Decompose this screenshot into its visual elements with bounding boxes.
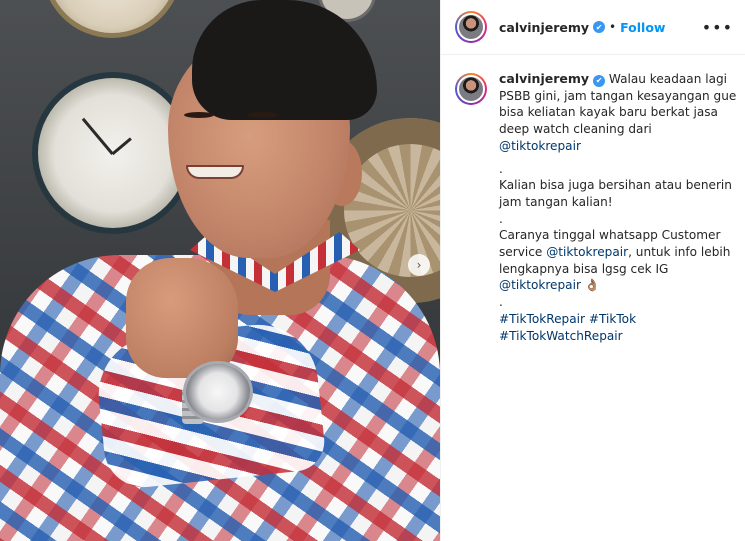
caption-line: Kalian bisa juga bersihan atau benerin [499, 178, 732, 193]
wristwatch [186, 364, 250, 420]
caption-line: Caranya tinggal whatsapp Customer [499, 228, 721, 243]
caption-line: PSBB gini, jam tangan kesayangan gue [499, 88, 737, 103]
more-options-icon[interactable]: ••• [702, 18, 733, 37]
caption-line: service [499, 245, 543, 260]
caption-line: . [499, 295, 503, 310]
caption-line: , untuk info lebih [628, 245, 731, 260]
smile [186, 165, 244, 179]
caption-line: deep watch cleaning dari [499, 122, 652, 137]
caption-username[interactable]: calvinjeremy [499, 71, 589, 86]
caption-line: . [499, 211, 503, 226]
eye [248, 112, 278, 118]
mention-link[interactable]: @tiktokrepair [499, 278, 581, 292]
header-separator: • [609, 20, 617, 34]
fist [126, 258, 238, 378]
carousel-next-icon[interactable]: › [408, 254, 430, 276]
ok-hand-emoji: 👌🏽 [584, 278, 600, 293]
avatar[interactable] [455, 11, 487, 43]
mention-link[interactable]: @tiktokrepair [546, 245, 628, 259]
hair [192, 0, 377, 120]
hashtag-link[interactable]: #TikTok [589, 312, 636, 326]
eye [184, 112, 214, 118]
hashtag-link[interactable]: #TikTokRepair [499, 312, 585, 326]
hashtag-link[interactable]: #TikTokWatchRepair [499, 328, 736, 345]
mention-link[interactable]: @tiktokrepair [499, 138, 736, 155]
verified-badge-icon: ✔ [593, 21, 606, 33]
verified-badge-icon: ✔ [593, 75, 606, 88]
caption-line: bisa keliatan kayak baru berkat jasa [499, 105, 718, 120]
caption-text: calvinjeremy ✔ Walau keadaan lagi PSBB gi… [499, 71, 736, 344]
header-username[interactable]: calvinjeremy [499, 20, 589, 35]
caption-line: jam tangan kalian! [499, 194, 613, 209]
follow-button[interactable]: Follow [620, 20, 665, 35]
caption-line: Walau keadaan lagi [608, 72, 728, 86]
post-caption: calvinjeremy ✔ Walau keadaan lagi PSBB gi… [441, 55, 745, 344]
avatar[interactable] [455, 73, 487, 105]
caption-line: . [499, 161, 503, 176]
caption-line: lengkapnya bisa lgsg cek IG [499, 261, 669, 276]
post-header: calvinjeremy ✔ • Follow ••• [441, 0, 745, 55]
person [0, 0, 440, 541]
post-side-panel: calvinjeremy ✔ • Follow ••• calvinjeremy… [440, 0, 745, 541]
post-photo[interactable]: › [0, 0, 440, 541]
